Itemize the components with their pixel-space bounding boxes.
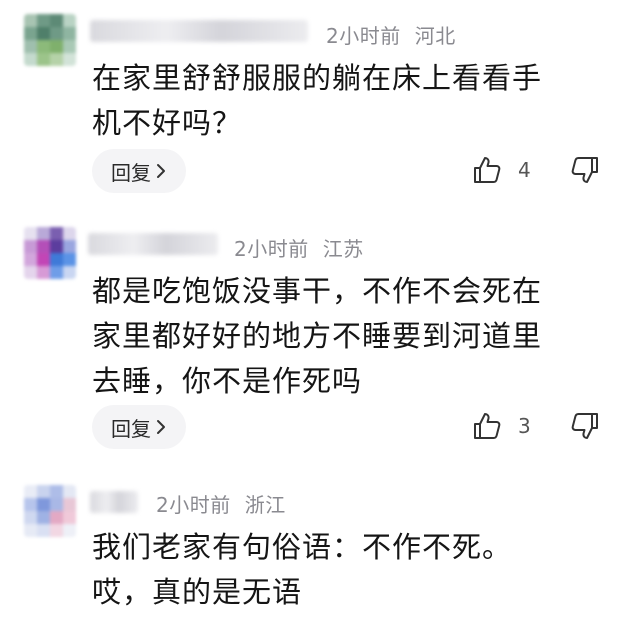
- comment-text-line: 在家里舒舒服服的躺在床上看看手: [92, 61, 543, 95]
- comment-text-line: 都是吃饱饭没事干，不作不会死在: [92, 274, 543, 308]
- thumbs-up-icon: [472, 411, 502, 441]
- avatar[interactable]: [24, 485, 76, 537]
- chevron-right-icon: [155, 163, 167, 179]
- comment-location: 浙江: [244, 493, 286, 517]
- comment-time: 2小时前: [156, 493, 231, 517]
- reply-label: 回复: [111, 416, 151, 441]
- comment-text-line: 家里都好好的地方不睡要到河道里: [92, 319, 543, 353]
- comment-text-line: 机不好吗？: [92, 106, 243, 140]
- like-button[interactable]: 3: [472, 411, 531, 441]
- chevron-right-icon: [155, 419, 167, 435]
- comment-text: 我们老家有句俗语：不作不死。 哎，真的是无语: [92, 525, 602, 615]
- comment-location: 河北: [414, 24, 456, 48]
- username-blurred[interactable]: [88, 233, 218, 255]
- like-count: 4: [518, 158, 531, 182]
- comment-time: 2小时前: [326, 24, 401, 48]
- reply-label: 回复: [111, 160, 151, 185]
- comment-text: 在家里舒舒服服的躺在床上看看手 机不好吗？: [92, 56, 602, 146]
- like-count: 3: [518, 414, 531, 438]
- comment-text-line: 哎，真的是无语: [92, 575, 303, 609]
- comment-time: 2小时前: [234, 237, 309, 261]
- comment-text-line: 我们老家有句俗语：不作不死。: [92, 530, 513, 564]
- reply-button[interactable]: 回复: [92, 405, 186, 449]
- reply-button[interactable]: 回复: [92, 149, 186, 193]
- comment-text: 都是吃饱饭没事干，不作不会死在 家里都好好的地方不睡要到河道里 去睡，你不是作死…: [92, 269, 602, 404]
- username-blurred[interactable]: [90, 491, 138, 513]
- thumbs-down-icon: [570, 411, 600, 441]
- dislike-button[interactable]: [570, 411, 600, 441]
- comment-text-line: 去睡，你不是作死吗: [92, 364, 363, 398]
- comment-meta: 2小时前 浙江: [156, 489, 286, 518]
- comment-item-3: 2小时前 浙江 我们老家有句俗语：不作不死。 哎，真的是无语: [0, 475, 640, 618]
- like-button[interactable]: 4: [472, 155, 531, 185]
- dislike-button[interactable]: [570, 155, 600, 185]
- thumbs-up-icon: [472, 155, 502, 185]
- comment-meta: 2小时前 河北: [326, 20, 456, 49]
- avatar[interactable]: [24, 227, 76, 279]
- comment-meta: 2小时前 江苏: [234, 233, 364, 262]
- comment-location: 江苏: [322, 237, 364, 261]
- thumbs-down-icon: [570, 155, 600, 185]
- comment-item-2: 2小时前 江苏 都是吃饱饭没事干，不作不会死在 家里都好好的地方不睡要到河道里 去…: [0, 215, 640, 475]
- comment-item-1: 2小时前 河北 在家里舒舒服服的躺在床上看看手 机不好吗？ 回复 4: [0, 0, 640, 210]
- username-blurred[interactable]: [90, 20, 308, 42]
- avatar[interactable]: [24, 14, 76, 66]
